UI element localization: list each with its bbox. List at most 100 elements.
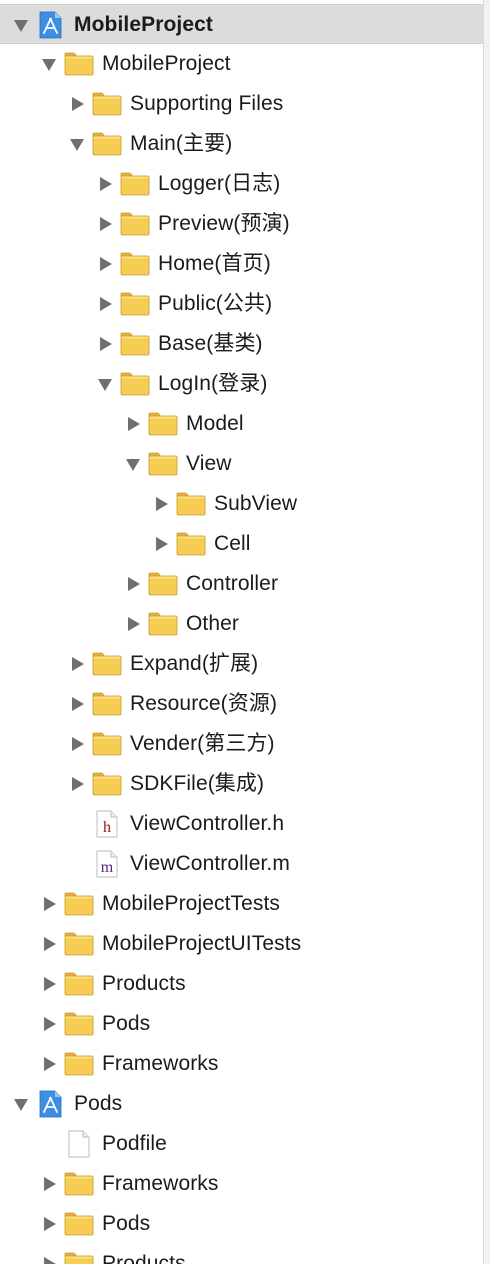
disclosure-collapsed-icon[interactable] <box>40 1015 58 1033</box>
tree-row-label: Pods <box>74 1092 123 1115</box>
tree-row-label: Supporting Files <box>130 92 284 115</box>
disclosure-expanded-icon[interactable] <box>12 16 30 34</box>
tree-row-controller[interactable]: Controller <box>0 564 490 604</box>
tree-row-resource[interactable]: Resource(资源) <box>0 684 490 724</box>
disclosure-collapsed-icon[interactable] <box>68 95 86 113</box>
folder-icon <box>120 250 150 278</box>
disclosure-expanded-icon[interactable] <box>68 135 86 153</box>
disclosure-collapsed-icon[interactable] <box>68 735 86 753</box>
tree-row-expand[interactable]: Expand(扩展) <box>0 644 490 684</box>
document-icon <box>64 1130 94 1158</box>
disclosure-collapsed-icon[interactable] <box>96 295 114 313</box>
folder-icon <box>92 770 122 798</box>
tree-row-logger[interactable]: Logger(日志) <box>0 164 490 204</box>
folder-icon <box>64 1010 94 1038</box>
folder-icon <box>120 170 150 198</box>
header-file-icon: h <box>92 810 122 838</box>
disclosure-expanded-icon[interactable] <box>40 55 58 73</box>
tree-row-login[interactable]: LogIn(登录) <box>0 364 490 404</box>
tree-row-vender[interactable]: Vender(第三方) <box>0 724 490 764</box>
tree-row-label: Cell <box>214 532 251 555</box>
tree-row-cell[interactable]: Cell <box>0 524 490 564</box>
disclosure-collapsed-icon[interactable] <box>40 1055 58 1073</box>
tree-row-label: Expand(扩展) <box>130 652 259 675</box>
tree-row-pods[interactable]: Pods <box>0 1204 490 1244</box>
folder-icon <box>64 50 94 78</box>
tree-row-public[interactable]: Public(公共) <box>0 284 490 324</box>
tree-row-supporting-files[interactable]: Supporting Files <box>0 84 490 124</box>
tree-row-label: MobileProject <box>74 13 213 36</box>
tree-row-label: Public(公共) <box>158 292 273 315</box>
disclosure-expanded-icon[interactable] <box>96 375 114 393</box>
tree-row-model[interactable]: Model <box>0 404 490 444</box>
disclosure-collapsed-icon[interactable] <box>40 1255 58 1264</box>
folder-icon <box>148 610 178 638</box>
tree-row-base[interactable]: Base(基类) <box>0 324 490 364</box>
tree-row-mobileprojecttests[interactable]: MobileProjectTests <box>0 884 490 924</box>
disclosure-collapsed-icon[interactable] <box>40 975 58 993</box>
disclosure-collapsed-icon[interactable] <box>40 1215 58 1233</box>
tree-row-main[interactable]: Main(主要) <box>0 124 490 164</box>
disclosure-collapsed-icon[interactable] <box>96 255 114 273</box>
folder-icon <box>120 330 150 358</box>
tree-row-subview[interactable]: SubView <box>0 484 490 524</box>
tree-row-sdkfile[interactable]: SDKFile(集成) <box>0 764 490 804</box>
disclosure-collapsed-icon[interactable] <box>68 775 86 793</box>
folder-icon <box>148 570 178 598</box>
tree-row-label: Logger(日志) <box>158 172 281 195</box>
tree-row-label: MobileProject <box>102 52 231 75</box>
tree-row-frameworks[interactable]: Frameworks <box>0 1164 490 1204</box>
folder-icon <box>120 370 150 398</box>
disclosure-collapsed-icon[interactable] <box>40 935 58 953</box>
disclosure-collapsed-icon[interactable] <box>96 215 114 233</box>
disclosure-expanded-icon[interactable] <box>124 455 142 473</box>
folder-icon <box>64 930 94 958</box>
folder-icon <box>64 970 94 998</box>
tree-row-label: MobileProjectUITests <box>102 932 302 955</box>
tree-row-pods[interactable]: Pods <box>0 1084 490 1124</box>
tree-row-label: Frameworks <box>102 1172 219 1195</box>
tree-row-preview[interactable]: Preview(预演) <box>0 204 490 244</box>
tree-row-label: Main(主要) <box>130 132 233 155</box>
tree-row-other[interactable]: Other <box>0 604 490 644</box>
tree-row-label: Pods <box>102 1212 151 1235</box>
disclosure-collapsed-icon[interactable] <box>124 415 142 433</box>
disclosure-collapsed-icon[interactable] <box>152 535 170 553</box>
folder-icon <box>64 1050 94 1078</box>
tree-row-mobileproject[interactable]: MobileProject <box>0 44 490 84</box>
tree-row-mobileprojectuitests[interactable]: MobileProjectUITests <box>0 924 490 964</box>
tree-row-viewcontroller-h[interactable]: h ViewController.h <box>0 804 490 844</box>
xcode-project-icon <box>36 1090 66 1118</box>
tree-row-products[interactable]: Products <box>0 964 490 1004</box>
disclosure-expanded-icon[interactable] <box>12 1095 30 1113</box>
disclosure-collapsed-icon[interactable] <box>68 655 86 673</box>
disclosure-collapsed-icon[interactable] <box>40 1175 58 1193</box>
tree-row-view[interactable]: View <box>0 444 490 484</box>
scrollbar[interactable] <box>483 0 490 1264</box>
tree-row-pods[interactable]: Pods <box>0 1004 490 1044</box>
folder-icon <box>92 690 122 718</box>
xcode-project-icon <box>36 11 66 39</box>
tree-row-frameworks[interactable]: Frameworks <box>0 1044 490 1084</box>
tree-row-viewcontroller-m[interactable]: m ViewController.m <box>0 844 490 884</box>
disclosure-collapsed-icon[interactable] <box>68 695 86 713</box>
tree-row-label: Products <box>102 972 186 995</box>
disclosure-collapsed-icon[interactable] <box>40 895 58 913</box>
folder-icon <box>120 210 150 238</box>
tree-row-label: Model <box>186 412 244 435</box>
disclosure-collapsed-icon[interactable] <box>96 335 114 353</box>
tree-row-mobileproject[interactable]: MobileProject <box>0 4 490 44</box>
disclosure-collapsed-icon[interactable] <box>124 575 142 593</box>
folder-icon <box>92 730 122 758</box>
folder-icon <box>64 1250 94 1264</box>
tree-row-home[interactable]: Home(首页) <box>0 244 490 284</box>
folder-icon <box>148 450 178 478</box>
disclosure-collapsed-icon[interactable] <box>96 175 114 193</box>
tree-row-podfile[interactable]: Podfile <box>0 1124 490 1164</box>
folder-icon <box>64 890 94 918</box>
tree-row-label: Frameworks <box>102 1052 219 1075</box>
disclosure-collapsed-icon[interactable] <box>124 615 142 633</box>
tree-row-products[interactable]: Products <box>0 1244 490 1264</box>
tree-row-label: MobileProjectTests <box>102 892 281 915</box>
disclosure-collapsed-icon[interactable] <box>152 495 170 513</box>
